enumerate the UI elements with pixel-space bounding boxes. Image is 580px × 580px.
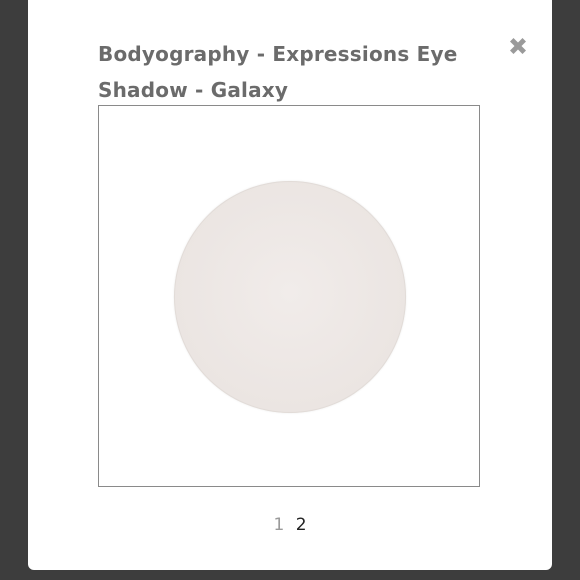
eyeshadow-swatch-image xyxy=(174,181,406,413)
image-pagination: 1 2 xyxy=(28,512,552,538)
modal-title: Bodyography - Expressions Eye Shadow - G… xyxy=(98,42,458,102)
close-x-icon xyxy=(510,38,526,54)
page-1-link[interactable]: 1 xyxy=(270,512,287,538)
product-image-modal: Bodyography - Expressions Eye Shadow - G… xyxy=(28,0,552,570)
page-2-link[interactable]: 2 xyxy=(293,512,310,538)
close-button[interactable] xyxy=(506,34,530,58)
product-image-frame xyxy=(98,105,480,487)
